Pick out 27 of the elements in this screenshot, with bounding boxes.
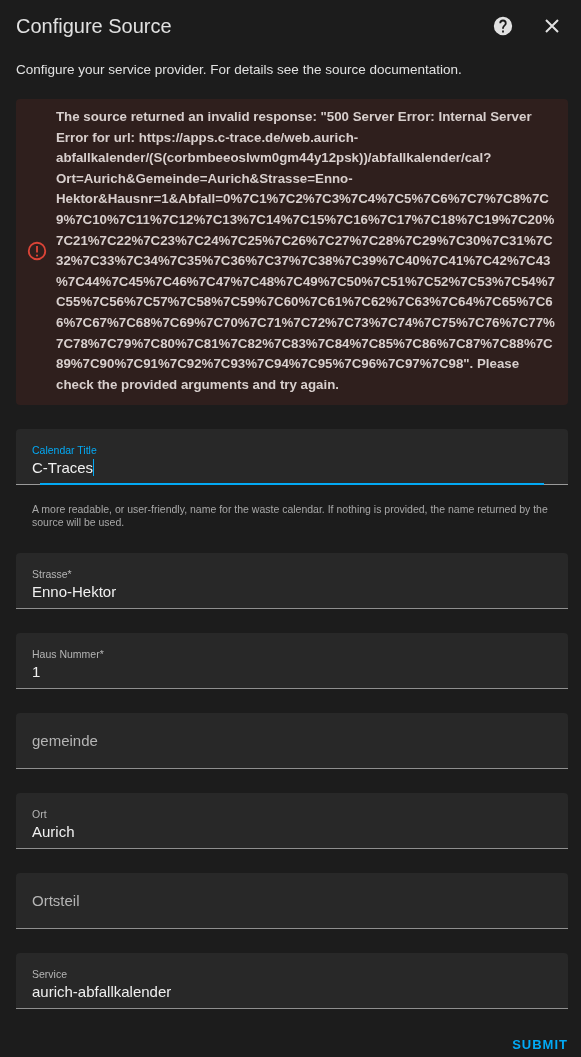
field-label: gemeinde [32,732,99,750]
field-value: C-Traces [32,458,96,476]
help-icon[interactable] [492,15,514,37]
field-label: Service [32,967,68,980]
dialog-title: Configure Source [16,14,173,38]
error-message: The source returned an invalid response: "500 Server Error: Internal Server Error for url: https://apps.c-trace.de/web.aurich-abfallkalender/(S(corbmbeeoslwm0gm44y12psk))/abfallkalender/cal?Ort=Aurich&Gemeinde=Aurich&Strasse=Enno-Hektor&Hausnr=1&Abfall=0%7C1%7C2%7C3%7C4%7C5%7C6%7C7%7C8%7C9%7C10%7C11%7C12%7C13%7C14%7C15%7C16%7C17%7C18%7C19%7C20%7C21%7C22%7C23%7C24%7C25%7C26%7C27%7C28%7C29%7C30%7C31%7C32%7C33%7C34%7C35%7C36%7C37%7C38%7C39%7C40%7C41%7C42%7C43%7C44%7C45%7C46%7C47%7C48%7C49%7C50%7C51%7C52%7C53%7C54%7C55%7C56%7C57%7C58%7C59%7C60%7C61%7C62%7C63%7C64%7C65%7C66%7C67%7C68%7C69%7C70%7C71%7C72%7C73%7C74%7C75%7C76%7C77%7C78%7C79%7C80%7C81%7C82%7C83%7C84%7C85%7C86%7C87%7C88%7C89%7C90%7C91%7C92%7C93%7C94%7C95%7C96%7C97%7C98". Please check the provided arguments and try again. [56,108,556,394]
text-field[interactable]: Service aurich-abfallkalender [16,953,568,1010]
field-label: Strasse* [32,567,73,580]
field-label: Calendar Title [32,443,98,456]
field-value: Enno-Hektor [32,582,118,600]
text-field[interactable]: Ort Aurich [16,793,568,850]
text-field[interactable]: Calendar Title C-Traces [16,429,568,486]
submit-button[interactable]: SUBMIT [512,1033,568,1057]
error-icon [26,240,48,263]
field-value: 1 [32,662,42,680]
field-value: aurich-abfallkalender [32,982,173,1000]
text-field[interactable]: Strasse* Enno-Hektor [16,553,568,610]
field-label: Ortsteil [32,892,81,910]
field-label: Ort [32,807,48,820]
text-field[interactable]: gemeinde [16,713,568,770]
field-label: Haus Nummer* [32,647,105,660]
text-field[interactable]: Ortsteil [16,873,568,930]
helper-text: A more readable, or user-friendly, name for the waste calendar. If nothing is provided, the name returned by the source will be used. [32,503,549,530]
text-field[interactable]: Haus Nummer* 1 [16,633,568,690]
field-value: Aurich [32,822,76,840]
close-icon[interactable] [544,18,560,34]
dialog-description: Configure your service provider. For details see the source documentation. [16,62,463,77]
